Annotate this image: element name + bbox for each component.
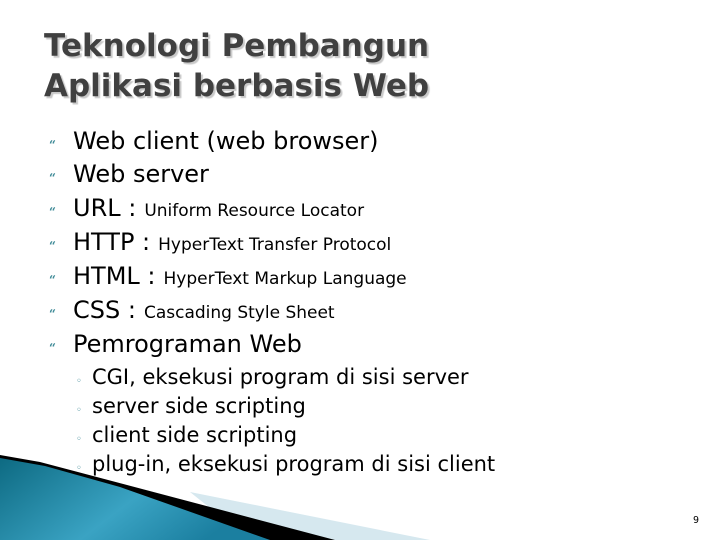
sub-bullet-text: plug-in, eksekusi program di sisi client xyxy=(92,452,496,476)
circle-bullet-icon: ◦ xyxy=(76,376,82,387)
quote-bullet-icon: “ xyxy=(49,341,56,355)
quote-bullet-icon: “ xyxy=(49,273,56,287)
bullet-main-text: CSS : xyxy=(73,296,136,324)
bullet-sub-text: HyperText Markup Language xyxy=(163,269,407,289)
title-line-2: Aplikasi berbasis Web xyxy=(44,68,430,104)
bullet-item: “ Web client (web browser) xyxy=(49,127,379,155)
sub-bullet-item: ◦ CGI, eksekusi program di sisi server xyxy=(76,365,469,389)
sub-bullet-text: server side scripting xyxy=(92,394,306,418)
bullet-sub-text: HyperText Transfer Protocol xyxy=(158,235,392,255)
quote-bullet-icon: “ xyxy=(49,205,56,219)
bullet-main-text: Pemrograman Web xyxy=(73,330,302,358)
sub-bullet-item: ◦ server side scripting xyxy=(76,394,306,418)
quote-bullet-icon: “ xyxy=(49,307,56,321)
sub-bullet-text: client side scripting xyxy=(92,423,298,447)
bullet-item: “ HTML : HyperText Markup Language xyxy=(49,262,407,290)
bullet-item: “ HTTP : HyperText Transfer Protocol xyxy=(49,228,391,256)
bullet-main-text: HTTP : xyxy=(73,228,151,256)
bullet-item: “ URL : Uniform Resource Locator xyxy=(49,194,364,222)
bullet-sub-text: Cascading Style Sheet xyxy=(143,303,335,323)
quote-bullet-icon: “ xyxy=(49,239,56,253)
circle-bullet-icon: ◦ xyxy=(76,434,82,445)
bullet-main-text: Web client (web browser) xyxy=(73,127,379,155)
circle-bullet-icon: ◦ xyxy=(76,463,82,474)
page-number: 9 xyxy=(693,515,700,526)
quote-bullet-icon: “ xyxy=(49,171,56,185)
circle-bullet-icon: ◦ xyxy=(76,405,82,416)
bullet-main-text: URL : xyxy=(73,194,137,222)
bullet-main-text: Web server xyxy=(73,160,209,188)
bullet-main-text: HTML : xyxy=(73,262,156,290)
sub-bullet-item: ◦ plug-in, eksekusi program di sisi clie… xyxy=(76,452,495,476)
sub-bullet-text: CGI, eksekusi program di sisi server xyxy=(92,365,469,389)
bullet-item: “ CSS : Cascading Style Sheet xyxy=(49,296,335,324)
quote-bullet-icon: “ xyxy=(49,138,56,152)
bullet-item: “ Pemrograman Web xyxy=(49,330,302,358)
title-line-1: Teknologi Pembangun xyxy=(44,28,430,64)
sub-bullet-item: ◦ client side scripting xyxy=(76,423,297,447)
slide-title: Teknologi Pembangun Aplikasi berbasis We… xyxy=(44,26,429,106)
bullet-item: “ Web server xyxy=(49,160,209,188)
bullet-sub-text: Uniform Resource Locator xyxy=(144,201,365,221)
